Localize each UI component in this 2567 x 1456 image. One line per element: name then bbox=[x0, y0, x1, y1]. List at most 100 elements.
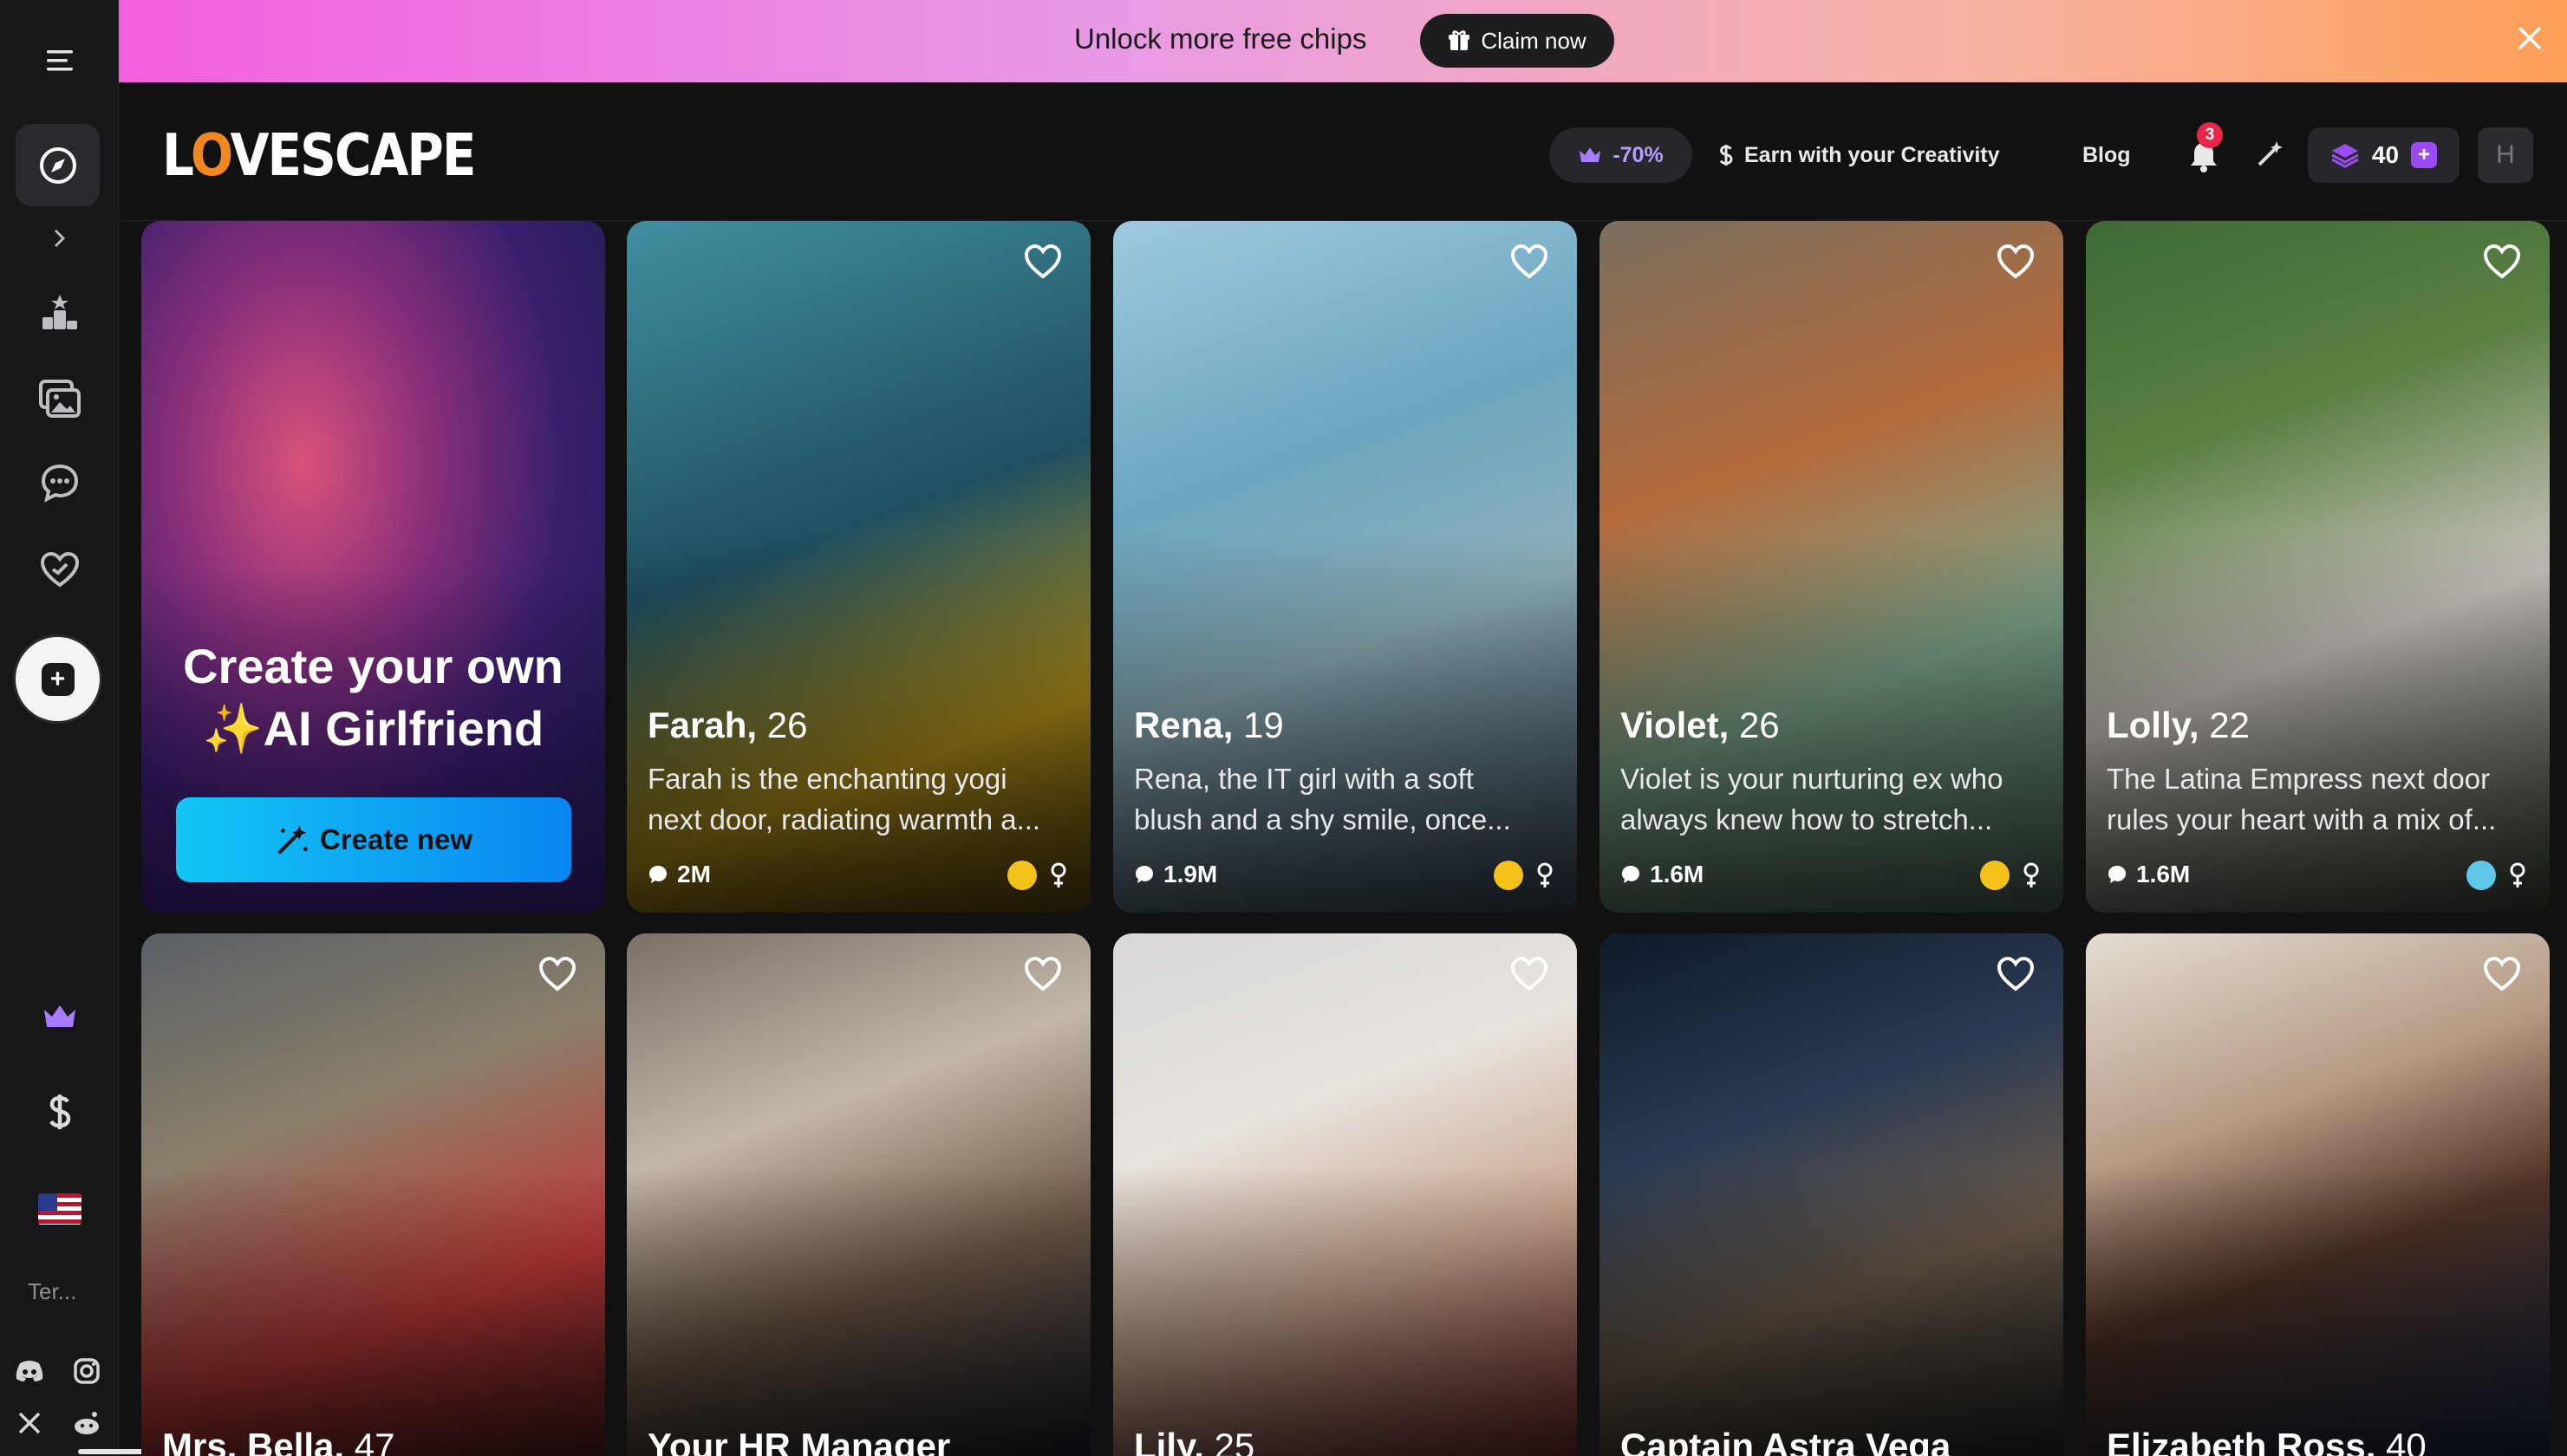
character-card[interactable]: Elizabeth Ross, 40 bbox=[2086, 933, 2550, 1456]
character-card[interactable]: Violet, 26 Violet is your nurturing ex w… bbox=[1599, 221, 2063, 913]
angel-emoji-icon bbox=[1007, 861, 1037, 890]
create-title-line2: ✨AI Girlfriend bbox=[202, 701, 544, 756]
chevron-right-icon bbox=[54, 229, 65, 248]
x-twitter-icon[interactable] bbox=[12, 1406, 47, 1440]
hamburger-icon bbox=[46, 50, 73, 71]
chips-balance[interactable]: 40 + bbox=[2308, 127, 2459, 183]
sidebar-item-gallery[interactable] bbox=[0, 360, 119, 438]
chat-count: 1.6M bbox=[2107, 861, 2190, 888]
expand-sidebar-button[interactable] bbox=[0, 199, 119, 277]
sidebar-item-companions[interactable] bbox=[0, 530, 119, 608]
character-name: Captain Astra Vega bbox=[1620, 1426, 1951, 1456]
heart-icon[interactable] bbox=[1023, 956, 1063, 992]
earn-with-creativity-link[interactable]: Earn with your Creativity bbox=[1718, 127, 2000, 183]
earn-label: Earn with your Creativity bbox=[1744, 142, 2000, 167]
heart-icon[interactable] bbox=[538, 956, 577, 992]
character-name: Lolly, 22 bbox=[2107, 705, 2250, 745]
heart-icon[interactable] bbox=[2482, 244, 2522, 280]
character-name: Rena, 19 bbox=[1134, 705, 1284, 745]
heart-hand-icon bbox=[40, 551, 79, 588]
sidebar-item-premium[interactable] bbox=[0, 978, 119, 1056]
top-header: LOVESCAPE -70% Earn with your Creativity… bbox=[119, 82, 2567, 221]
female-symbol-icon bbox=[1051, 862, 1066, 887]
heart-icon[interactable] bbox=[1023, 244, 1063, 280]
dollar-icon bbox=[49, 1095, 70, 1129]
blog-label: Blog bbox=[2082, 142, 2131, 167]
character-name: Farah, 26 bbox=[648, 705, 808, 745]
card-tags bbox=[1007, 861, 1068, 890]
close-banner-icon[interactable] bbox=[2517, 23, 2543, 57]
user-avatar[interactable]: H bbox=[2478, 127, 2533, 183]
create-character-button[interactable]: + bbox=[16, 637, 100, 721]
gift-icon bbox=[1449, 30, 1470, 50]
character-card[interactable]: Lily, 25 bbox=[1113, 933, 1577, 1456]
language-selector[interactable] bbox=[0, 1170, 119, 1248]
promo-text: Unlock more free chips bbox=[1074, 23, 1367, 55]
create-companion-card[interactable]: Create your own ✨AI Girlfriend Create ne… bbox=[141, 221, 605, 913]
character-description: Farah is the enchanting yogi next door, r… bbox=[648, 763, 1041, 835]
magic-wand-icon bbox=[277, 825, 308, 855]
heart-icon[interactable] bbox=[1509, 244, 1549, 280]
heart-icon[interactable] bbox=[1509, 956, 1549, 992]
sidebar-item-chat[interactable] bbox=[0, 444, 119, 522]
chat-bubble-icon bbox=[649, 866, 667, 883]
chat-bubble-icon bbox=[1136, 866, 1153, 883]
plus-icon: + bbox=[41, 662, 75, 696]
character-description: Violet is your nurturing ex who always kn… bbox=[1620, 763, 2003, 835]
character-description: Rena, the IT girl with a soft blush and a… bbox=[1134, 763, 1511, 835]
chat-bubble-icon bbox=[1622, 866, 1639, 883]
sidebar-item-leaderboard[interactable] bbox=[0, 273, 119, 351]
dollar-icon bbox=[1719, 145, 1733, 166]
reddit-icon[interactable] bbox=[69, 1406, 104, 1440]
chat-icon bbox=[41, 464, 78, 503]
character-card[interactable]: Captain Astra Vega bbox=[1599, 933, 2063, 1456]
cold-emoji-icon bbox=[2466, 861, 2496, 890]
angel-emoji-icon bbox=[1494, 861, 1523, 890]
lovescape-logo[interactable]: LOVESCAPE bbox=[162, 121, 477, 189]
claim-now-button[interactable]: Claim now bbox=[1420, 14, 1614, 68]
create-new-button[interactable]: Create new bbox=[176, 797, 571, 882]
heart-icon[interactable] bbox=[1996, 956, 2036, 992]
instagram-icon[interactable] bbox=[69, 1354, 104, 1388]
character-card[interactable]: Farah, 26 Farah is the enchanting yogi ne… bbox=[627, 221, 1091, 913]
add-chips-icon[interactable]: + bbox=[2411, 142, 2438, 168]
sidebar-item-explore[interactable] bbox=[16, 124, 100, 206]
create-card-title: Create your own ✨AI Girlfriend bbox=[141, 635, 605, 760]
discount-label: -70% bbox=[1613, 142, 1664, 167]
character-card[interactable]: Mrs. Bella, 47 bbox=[141, 933, 605, 1456]
create-new-label: Create new bbox=[319, 823, 473, 855]
podium-icon bbox=[42, 295, 77, 329]
heart-icon[interactable] bbox=[1996, 244, 2036, 280]
gallery-icon bbox=[38, 380, 81, 418]
chips-count: 40 bbox=[2371, 141, 2400, 168]
compass-icon bbox=[39, 146, 76, 184]
notification-count-badge: 3 bbox=[2197, 122, 2223, 148]
heart-icon[interactable] bbox=[2482, 956, 2522, 992]
chat-bubble-icon bbox=[2108, 866, 2126, 883]
female-symbol-icon bbox=[2023, 862, 2039, 887]
card-tags bbox=[1980, 861, 2041, 890]
character-name: Mrs. Bella, 47 bbox=[162, 1426, 395, 1456]
chat-count: 2M bbox=[648, 861, 711, 888]
character-card[interactable]: Lolly, 22 The Latina Empress next door ru… bbox=[2086, 221, 2550, 913]
discord-icon[interactable] bbox=[12, 1354, 47, 1388]
claim-now-label: Claim now bbox=[1481, 27, 1586, 54]
promo-banner: Unlock more free chips Claim now bbox=[119, 0, 2567, 82]
character-name: Lily, 25 bbox=[1134, 1426, 1255, 1456]
character-card[interactable]: Rena, 19 Rena, the IT girl with a soft bl… bbox=[1113, 221, 1577, 913]
terms-link[interactable]: Ter... bbox=[28, 1278, 76, 1305]
menu-button[interactable] bbox=[0, 22, 119, 100]
card-shade bbox=[1599, 1168, 2063, 1456]
blog-link[interactable]: Blog bbox=[2082, 127, 2131, 183]
magic-wand-icon[interactable] bbox=[2256, 139, 2285, 175]
character-card[interactable]: Your HR Manager bbox=[627, 933, 1091, 1456]
sidebar: + Ter... bbox=[0, 0, 579, 1456]
sidebar-item-earn[interactable] bbox=[0, 1073, 119, 1151]
chip-stack-icon bbox=[2331, 144, 2359, 168]
discount-badge[interactable]: -70% bbox=[1549, 127, 1692, 183]
crown-icon bbox=[43, 1005, 75, 1027]
card-shade bbox=[627, 1168, 1091, 1456]
crown-icon bbox=[1580, 147, 1601, 162]
chat-count: 1.9M bbox=[1134, 861, 1217, 888]
character-name: Your HR Manager bbox=[648, 1426, 951, 1456]
